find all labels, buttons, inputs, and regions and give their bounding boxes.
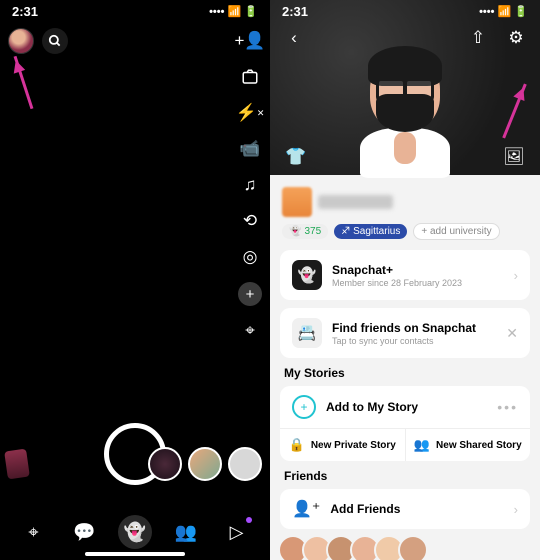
profile-avatar-button[interactable] xyxy=(8,28,34,54)
username-row xyxy=(282,187,530,217)
group-icon: 👥 xyxy=(414,437,430,453)
zodiac-badge[interactable]: ♐︎Sagittarius xyxy=(334,224,407,239)
scan-icon[interactable]: ⌖ xyxy=(239,320,261,342)
chevron-right-icon: › xyxy=(514,268,518,283)
status-time: 2:31 xyxy=(12,4,38,19)
snapchat-plus-icon: 👻 xyxy=(292,260,322,290)
home-indicator xyxy=(85,552,185,556)
status-bar: 2:31 •••• 📶 🔋 xyxy=(0,0,270,22)
status-time: 2:31 xyxy=(282,4,308,19)
add-friend-icon: 👤⁺ xyxy=(292,499,320,519)
status-bar: 2:31 •••• 📶 🔋 xyxy=(270,0,540,22)
settings-gear-icon[interactable]: ⚙︎ xyxy=(504,28,528,48)
snapchat-plus-card[interactable]: 👻 Snapchat+ Member since 28 February 202… xyxy=(280,250,530,300)
flip-camera-icon[interactable] xyxy=(239,66,261,88)
rotate-icon[interactable]: ⟲ xyxy=(239,210,261,232)
nav-camera[interactable]: 👻 xyxy=(118,515,152,549)
plus-icon[interactable]: + xyxy=(238,282,262,306)
memories-button[interactable] xyxy=(4,449,30,480)
section-header-friends: Friends xyxy=(284,469,530,483)
background-icon[interactable]: 🖼 xyxy=(502,147,526,167)
dismiss-icon[interactable]: ✕ xyxy=(506,325,518,342)
lock-icon: 🔒 xyxy=(289,437,305,453)
add-friends-card[interactable]: 👤⁺ Add Friends › xyxy=(280,489,530,529)
lens-1[interactable] xyxy=(148,447,182,481)
lens-carousel[interactable] xyxy=(148,447,262,481)
profile-hero: 2:31 •••• 📶 🔋 ‹ ⇧ ⚙︎ 👕 🖼 xyxy=(270,0,540,175)
nav-spotlight[interactable]: ▷ xyxy=(220,515,254,549)
camera-screen: 2:31 •••• 📶 🔋 +👤 ⚡✕ 📹 ♫ ⟲ ◎ + ⌖ ⌖ 💬 👻 👥 … xyxy=(0,0,270,560)
card-title: Snapchat+ xyxy=(332,263,504,277)
add-story-icon: + xyxy=(292,395,316,419)
add-friend-icon[interactable]: +👤 xyxy=(239,30,261,52)
outfit-icon[interactable]: 👕 xyxy=(284,147,308,167)
back-button[interactable]: ‹ xyxy=(282,28,306,48)
find-friends-card[interactable]: 📇 Find friends on Snapchat Tap to sync y… xyxy=(280,308,530,358)
add-university-badge[interactable]: + add university xyxy=(413,223,499,240)
nav-map[interactable]: ⌖ xyxy=(16,515,50,549)
section-header-stories: My Stories xyxy=(284,366,530,380)
card-subtitle: Member since 28 February 2023 xyxy=(332,278,504,288)
new-private-story-button[interactable]: 🔒New Private Story xyxy=(280,429,406,461)
nav-chat[interactable]: 💬 xyxy=(67,515,101,549)
flash-icon[interactable]: ⚡✕ xyxy=(239,102,261,124)
profile-screen: 2:31 •••• 📶 🔋 ‹ ⇧ ⚙︎ 👕 🖼 👻375 ♐︎Sagittar… xyxy=(270,0,540,560)
card-title: Find friends on Snapchat xyxy=(332,321,496,335)
friends-avatars[interactable] xyxy=(280,535,530,560)
video-icon[interactable]: 📹 xyxy=(239,138,261,160)
contacts-icon: 📇 xyxy=(292,318,322,348)
status-indicators: •••• 📶 🔋 xyxy=(479,5,528,18)
my-stories-card: + Add to My Story ••• 🔒New Private Story… xyxy=(280,386,530,461)
nav-stories[interactable]: 👥 xyxy=(169,515,203,549)
snapscore-badge[interactable]: 👻375 xyxy=(282,224,328,239)
username-redacted xyxy=(318,195,393,209)
card-subtitle: Tap to sync your contacts xyxy=(332,336,496,346)
new-shared-story-button[interactable]: 👥New Shared Story xyxy=(406,429,531,461)
profile-badges: 👻375 ♐︎Sagittarius + add university xyxy=(282,223,530,240)
chevron-right-icon: › xyxy=(514,502,518,517)
music-icon[interactable]: ♫ xyxy=(239,174,261,196)
search-button[interactable] xyxy=(42,28,68,54)
annotation-arrow xyxy=(502,84,527,139)
lens-3[interactable] xyxy=(228,447,262,481)
more-icon[interactable]: ••• xyxy=(497,399,518,415)
status-indicators: •••• 📶 🔋 xyxy=(209,5,258,18)
camera-toolbar: +👤 ⚡✕ 📹 ♫ ⟲ ◎ + ⌖ xyxy=(238,30,262,342)
dual-camera-icon[interactable]: ◎ xyxy=(239,246,261,268)
annotation-arrow xyxy=(14,56,34,109)
lens-2[interactable] xyxy=(188,447,222,481)
friend-avatar[interactable] xyxy=(398,535,428,560)
profile-content: 👻375 ♐︎Sagittarius + add university 👻 Sn… xyxy=(270,175,540,560)
add-to-story-row[interactable]: + Add to My Story ••• xyxy=(280,386,530,428)
snapcode[interactable] xyxy=(282,187,312,217)
